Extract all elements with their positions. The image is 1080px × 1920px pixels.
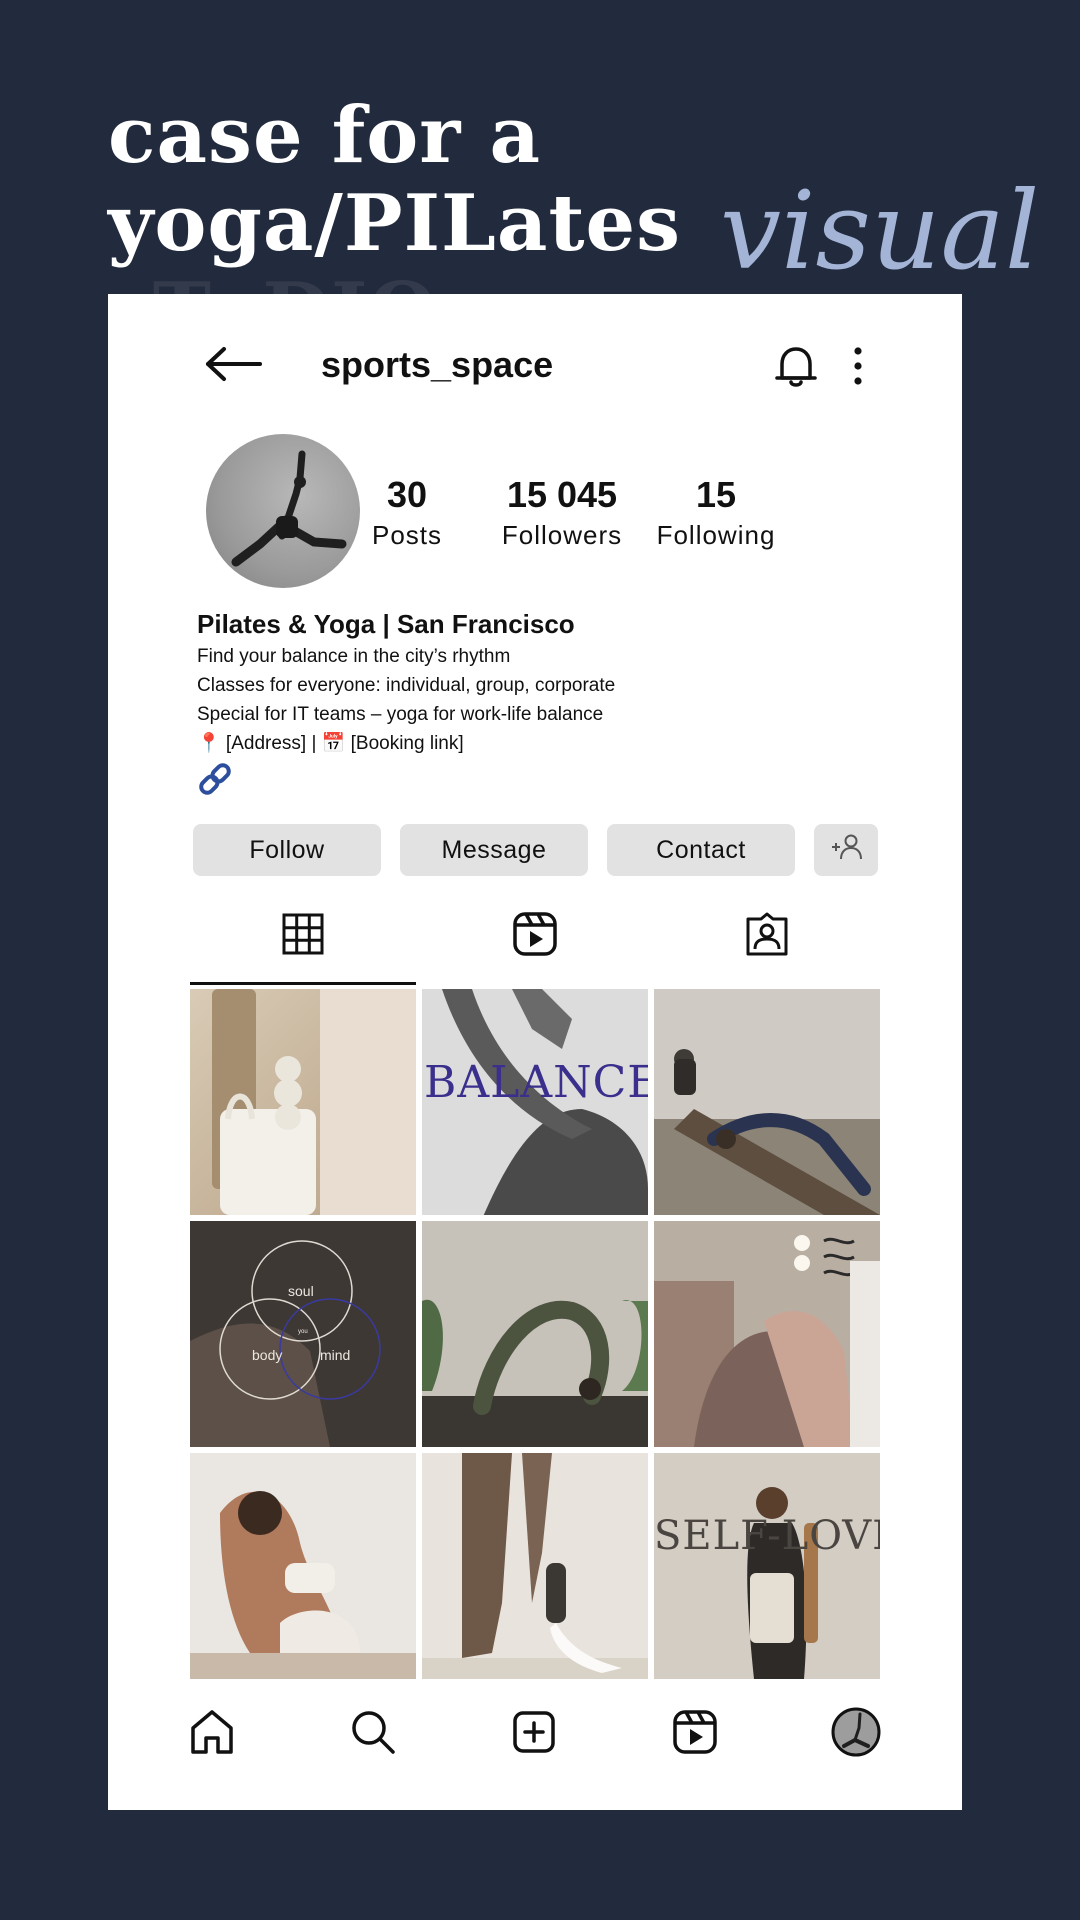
link-icon[interactable] bbox=[196, 760, 234, 798]
post-tile[interactable]: soul body mind you bbox=[190, 1221, 416, 1447]
nav-reels[interactable] bbox=[665, 1702, 725, 1762]
arrow-left-icon[interactable] bbox=[204, 344, 264, 384]
reels-icon bbox=[513, 912, 557, 956]
post-image-selflove bbox=[747, 1487, 818, 1679]
profile-tabs bbox=[190, 894, 880, 974]
post-image-stretch bbox=[654, 1049, 880, 1215]
post-tile[interactable] bbox=[654, 1221, 880, 1447]
post-tile[interactable] bbox=[190, 1453, 416, 1679]
bio-line: Find your balance in the city’s rhythm bbox=[197, 646, 511, 667]
reels-icon bbox=[673, 1710, 717, 1754]
tab-grid[interactable] bbox=[190, 894, 416, 974]
post-tile[interactable] bbox=[422, 1453, 648, 1679]
create-icon bbox=[513, 1711, 555, 1753]
nav-search[interactable] bbox=[343, 1702, 403, 1762]
stat-posts[interactable]: 30 Posts bbox=[332, 474, 482, 554]
stat-following[interactable]: 15 Following bbox=[641, 474, 791, 554]
active-tab-indicator bbox=[190, 982, 416, 985]
add-person-icon bbox=[832, 834, 862, 859]
stat-followers-value: 15 045 bbox=[506, 474, 618, 515]
bio-name: Pilates & Yoga | San Francisco bbox=[197, 609, 575, 639]
selflove-text: SELF-LOVE bbox=[654, 1513, 880, 1559]
bio-line: Classes for everyone: individual, group,… bbox=[197, 675, 616, 696]
follow-button[interactable]: Follow bbox=[193, 824, 381, 876]
phone-screen: sports_space 30 Posts 15 045 Followers 1… bbox=[108, 294, 962, 1810]
tagged-icon bbox=[746, 912, 788, 956]
bell-icon[interactable] bbox=[774, 344, 818, 390]
tab-tagged[interactable] bbox=[654, 894, 880, 974]
venn-mind: mind bbox=[320, 1347, 351, 1363]
headline-line-1: case for a bbox=[108, 90, 542, 181]
post-image-bag bbox=[212, 989, 416, 1215]
grid-icon bbox=[282, 913, 324, 955]
stat-following-value: 15 bbox=[695, 474, 737, 515]
post-image-pose bbox=[190, 1491, 416, 1679]
post-tile[interactable]: SELF-LOVE bbox=[654, 1453, 880, 1679]
contact-button[interactable]: Contact bbox=[607, 824, 795, 876]
venn-soul: soul bbox=[288, 1283, 314, 1299]
more-vertical-icon[interactable] bbox=[848, 346, 868, 386]
profile-avatar-icon bbox=[831, 1707, 881, 1757]
profile-username: sports_space bbox=[321, 344, 554, 385]
profile-bio: Pilates & Yoga | San Francisco Find your… bbox=[197, 606, 615, 758]
venn-body: body bbox=[252, 1347, 283, 1363]
post-tile[interactable] bbox=[654, 989, 880, 1215]
stat-posts-label: Posts bbox=[371, 520, 443, 550]
bio-line: Special for IT teams – yoga for work-lif… bbox=[197, 704, 604, 725]
post-image-mat bbox=[422, 1453, 648, 1679]
home-icon bbox=[191, 1710, 233, 1754]
nav-profile[interactable] bbox=[826, 1702, 886, 1762]
headline-line-2: yoga/PILates bbox=[108, 178, 682, 269]
stat-followers-label: Followers bbox=[501, 520, 623, 550]
search-icon bbox=[352, 1711, 395, 1754]
message-button[interactable]: Message bbox=[400, 824, 588, 876]
stat-posts-value: 30 bbox=[386, 474, 428, 515]
add-person-button[interactable] bbox=[814, 824, 878, 876]
nav-home[interactable] bbox=[182, 1702, 242, 1762]
bottom-navigation bbox=[108, 1702, 962, 1810]
bio-line: 📍 [Address] | 📅 [Booking link] bbox=[197, 733, 464, 754]
script-word: visual bbox=[720, 169, 1040, 294]
post-image-backbend bbox=[422, 1299, 648, 1447]
post-tile[interactable]: BALANCE bbox=[422, 989, 648, 1215]
nav-create[interactable] bbox=[504, 1702, 564, 1762]
post-image-class bbox=[654, 1235, 880, 1447]
tab-reels[interactable] bbox=[422, 894, 648, 974]
stat-following-label: Following bbox=[656, 520, 776, 550]
balance-text: BALANCE bbox=[424, 1057, 648, 1108]
stat-followers[interactable]: 15 045 Followers bbox=[487, 474, 637, 554]
venn-you: you bbox=[298, 1329, 308, 1335]
top-bar: sports_space bbox=[108, 294, 962, 454]
post-tile[interactable] bbox=[422, 1221, 648, 1447]
post-tile[interactable] bbox=[190, 989, 416, 1215]
